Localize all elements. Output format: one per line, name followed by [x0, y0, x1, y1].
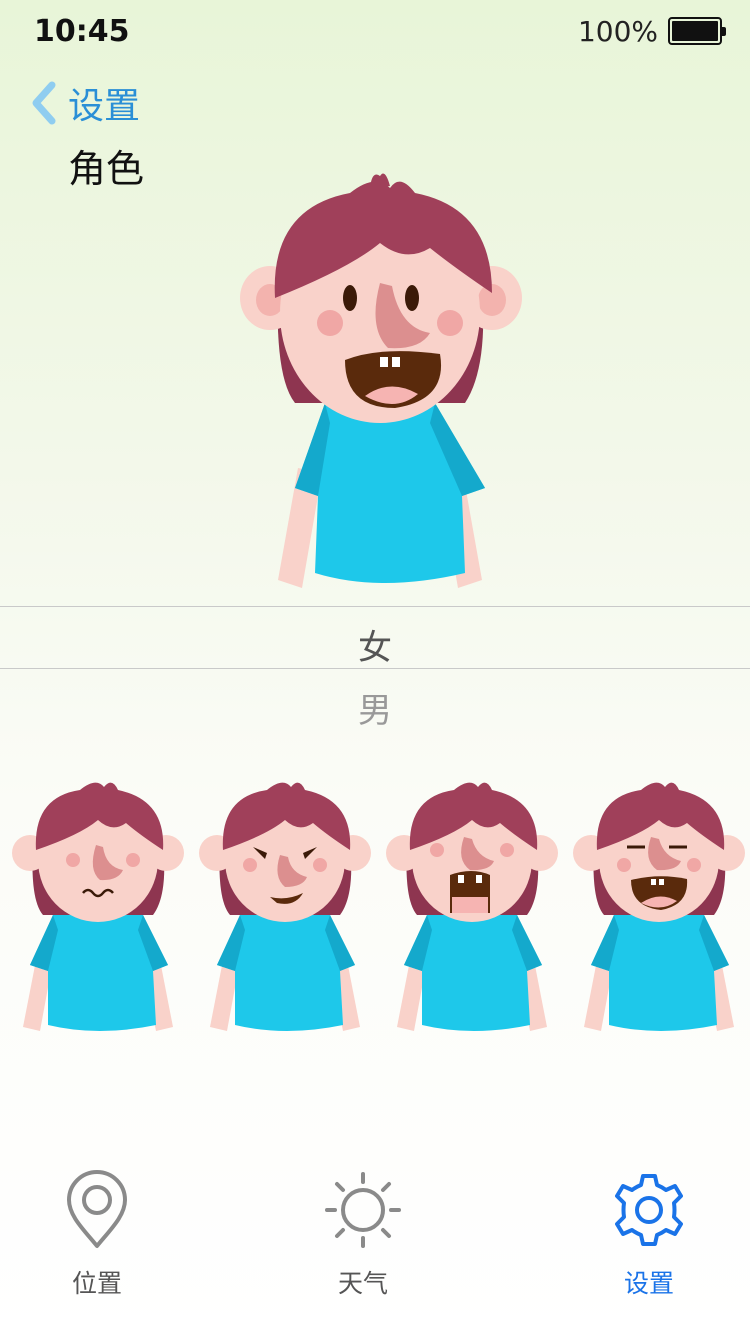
status-indicators: 100%: [577, 14, 726, 48]
sun-icon: [325, 1172, 401, 1248]
location-pin-icon: [67, 1170, 127, 1248]
back-button[interactable]: 设置: [28, 78, 140, 128]
chevron-left-icon: [32, 81, 56, 125]
character-preview: [240, 173, 522, 588]
expression-angry[interactable]: [195, 775, 375, 1037]
battery-fill: [672, 21, 718, 41]
expression-options: [0, 775, 750, 1040]
gender-option[interactable]: 男: [0, 683, 750, 732]
status-time: 10:45: [34, 14, 130, 49]
tab-label-weather: 天气: [337, 1269, 388, 1298]
picker-divider-bottom: [0, 668, 750, 669]
picker-divider-top: [0, 606, 750, 607]
tab-location[interactable]: 位置: [22, 1160, 172, 1320]
battery-percentage: 100%: [577, 14, 658, 48]
status-bar: 10:45 100%: [0, 0, 750, 64]
gear-icon: [615, 1174, 683, 1246]
left-eye: [343, 285, 357, 311]
page-title: 角色: [68, 147, 145, 191]
tab-bar: 位置 天气 设置: [0, 1160, 750, 1334]
tab-weather[interactable]: 天气: [288, 1160, 438, 1320]
expression-shocked[interactable]: [382, 775, 562, 1037]
expression-worried[interactable]: [8, 775, 188, 1037]
right-eye: [405, 285, 419, 311]
battery-icon: [668, 17, 726, 45]
expression-smirk[interactable]: [569, 775, 749, 1037]
tab-settings[interactable]: 设置: [574, 1160, 724, 1320]
tab-label-location: 位置: [71, 1269, 122, 1298]
gender-option-selected[interactable]: 女: [0, 620, 750, 669]
back-label: 设置: [68, 86, 141, 127]
tab-label-settings: 设置: [623, 1269, 674, 1298]
